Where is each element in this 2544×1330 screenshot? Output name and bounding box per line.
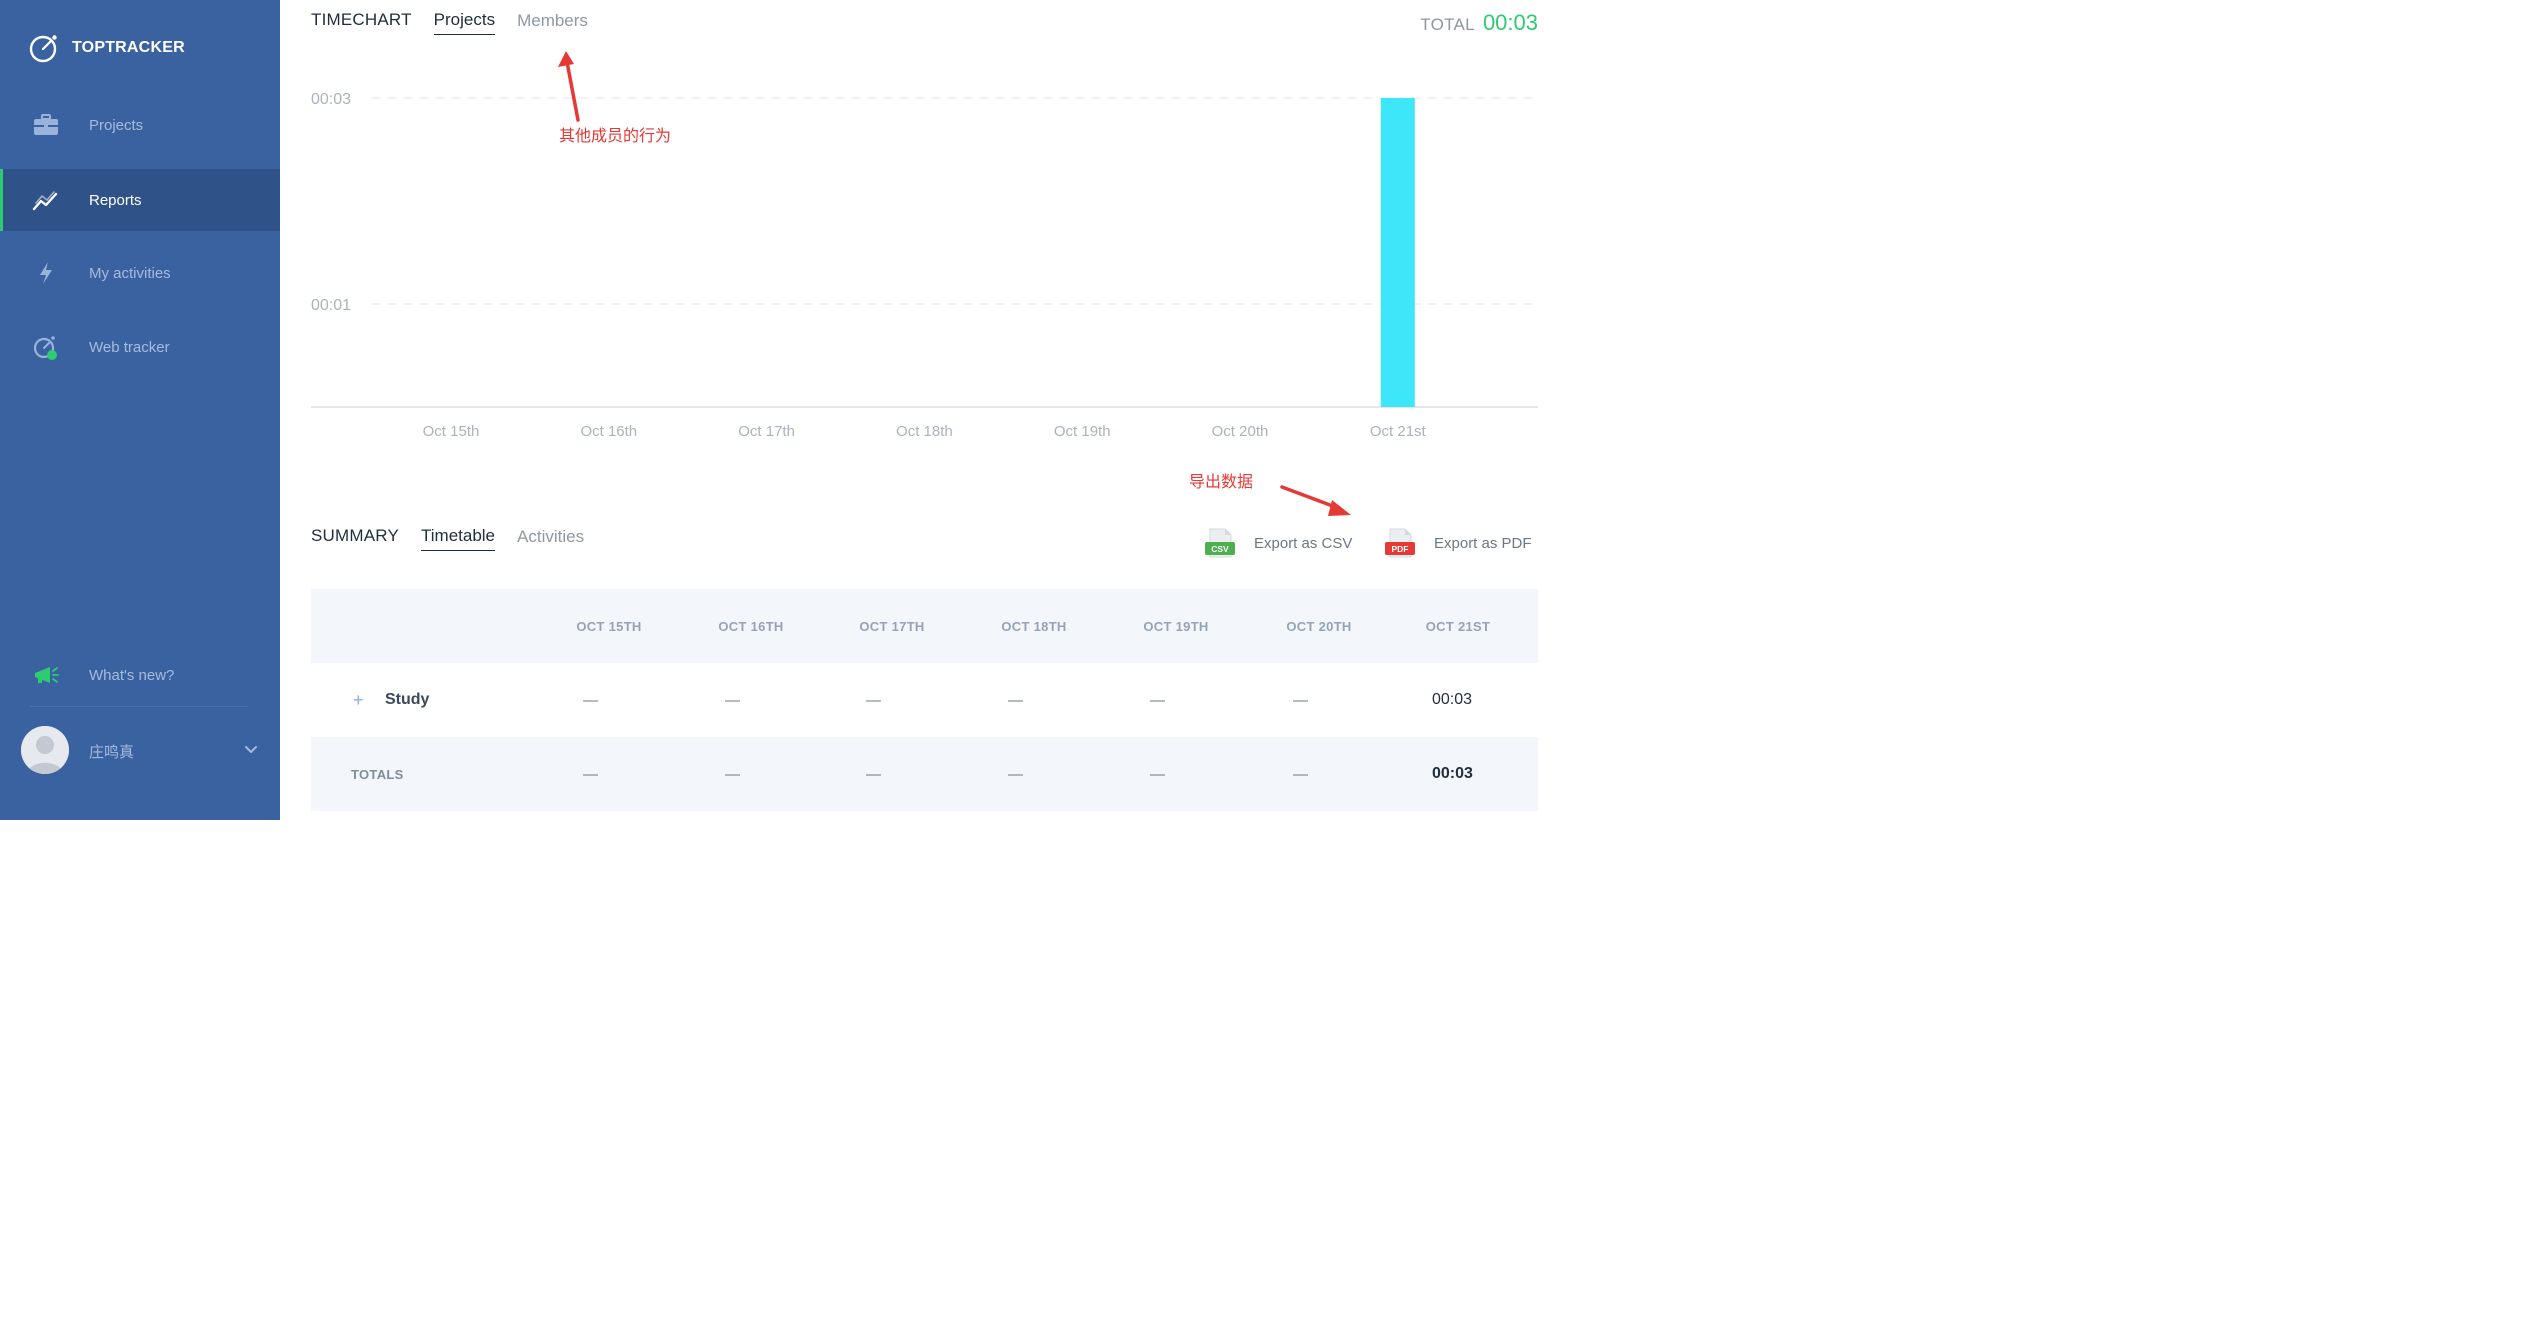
sidebar: TOPTRACKER Projects Reports My activitie… — [0, 0, 280, 820]
column-header: OCT 20TH — [1286, 618, 1352, 634]
annotation-export-note: 导出数据 — [1189, 472, 1254, 491]
summary-title: SUMMARY — [311, 526, 399, 545]
chart-line-icon — [32, 186, 60, 214]
table-cell: 00:03 — [1432, 691, 1473, 708]
table-cell: — — [866, 691, 881, 709]
column-header: OCT 17TH — [859, 618, 925, 634]
y-tick-label: 00:01 — [311, 297, 351, 314]
timechart-chart: 00:03 00:01 Oct 15th Oct 16th Oct 17th Oct 18… — [311, 60, 1538, 460]
sidebar-item-my-activities[interactable]: My activities — [0, 242, 280, 304]
tab-members[interactable]: Members — [517, 11, 588, 35]
csv-badge-text: CSV — [1211, 544, 1229, 554]
sidebar-item-projects[interactable]: Projects — [0, 94, 280, 156]
brand[interactable]: TOPTRACKER — [28, 32, 185, 64]
x-tick-label: Oct 17th — [738, 423, 795, 440]
project-name[interactable]: Study — [385, 663, 429, 737]
totals-cell: — — [1150, 765, 1165, 783]
x-tick-label: Oct 16th — [580, 423, 637, 440]
whats-new-link[interactable]: What's new? — [0, 644, 280, 706]
column-header: OCT 21ST — [1425, 618, 1491, 634]
tab-timetable[interactable]: Timetable — [421, 526, 496, 551]
x-tick-label: Oct 19th — [1054, 423, 1111, 440]
export-pdf-button[interactable]: PDF Export as PDF — [1384, 527, 1532, 559]
timechart-svg: 00:03 00:01 Oct 15th Oct 16th Oct 17th Oct 18… — [311, 91, 1538, 440]
sidebar-item-reports[interactable]: Reports — [0, 169, 280, 231]
sidebar-item-label: Projects — [89, 116, 144, 134]
main-content: TIMECHART Projects Members TOTAL 00:03 0… — [280, 0, 1568, 820]
annotation-arrow-export — [1280, 485, 1351, 516]
pdf-badge-text: PDF — [1392, 544, 1409, 554]
csv-file-icon: CSV — [1205, 528, 1235, 558]
table-totals-row: TOTALS — — — — — — 00:03 — [311, 737, 1538, 811]
export-csv-button[interactable]: CSV Export as CSV — [1204, 527, 1352, 559]
totals-cell: — — [866, 765, 881, 783]
x-tick-label: Oct 21st — [1370, 423, 1427, 440]
total-value: 00:03 — [1482, 10, 1538, 35]
table-cell: — — [1293, 691, 1308, 709]
sidebar-divider — [30, 706, 248, 707]
table-header-row: OCT 15TH OCT 16TH OCT 17TH OCT 18TH OCT 19TH… — [311, 589, 1538, 663]
column-header: OCT 15TH — [576, 618, 642, 634]
annotation-members-note: 其他成员的行为 — [559, 126, 672, 145]
sidebar-item-label: Web tracker — [89, 338, 170, 356]
table-cell: — — [1150, 691, 1165, 709]
x-tick-label: Oct 18th — [896, 423, 953, 440]
user-menu[interactable]: 庄鸣真 — [0, 720, 280, 780]
whats-new-label: What's new? — [89, 666, 175, 684]
summary-header: SUMMARY Timetable Activities — [311, 526, 584, 551]
pdf-file-icon: PDF — [1385, 528, 1415, 558]
chevron-down-icon[interactable] — [244, 743, 258, 757]
column-header: OCT 19TH — [1143, 618, 1209, 634]
table-cell: — — [583, 691, 598, 709]
expand-row-button[interactable]: + — [353, 663, 364, 737]
totals-cell: — — [725, 765, 740, 783]
megaphone-icon — [32, 661, 60, 689]
summary-table: OCT 15TH OCT 16TH OCT 17TH OCT 18TH OCT 19TH… — [311, 589, 1538, 811]
total-label: TOTAL — [1420, 15, 1475, 34]
x-tick-label: Oct 20th — [1212, 423, 1269, 440]
chart-bar — [1380, 98, 1415, 407]
plus-icon: + — [353, 689, 364, 710]
brand-name: TOPTRACKER — [72, 39, 185, 56]
sidebar-item-label: Reports — [89, 191, 142, 209]
column-header: OCT 16TH — [718, 618, 784, 634]
tab-projects[interactable]: Projects — [433, 10, 496, 35]
totals-cell: 00:03 — [1432, 765, 1473, 782]
stopwatch-icon — [32, 333, 60, 361]
totals-cell: — — [1293, 765, 1308, 783]
logo-stopwatch-icon — [29, 35, 57, 63]
table-cell: — — [725, 691, 740, 709]
export-csv-label: Export as CSV — [1254, 534, 1353, 552]
export-pdf-label: Export as PDF — [1434, 534, 1532, 552]
tab-activities[interactable]: Activities — [517, 527, 584, 551]
table-cell: — — [1008, 691, 1023, 709]
totals-cell: — — [583, 765, 598, 783]
timechart-title: TIMECHART — [311, 10, 412, 29]
totals-label: TOTALS — [351, 766, 404, 782]
column-header: OCT 18TH — [1001, 618, 1067, 634]
timechart-header: TIMECHART Projects Members — [311, 10, 588, 35]
totals-cell: — — [1008, 765, 1023, 783]
sidebar-item-label: My activities — [89, 264, 171, 282]
user-name: 庄鸣真 — [89, 744, 135, 761]
y-tick-label: 00:03 — [311, 91, 351, 108]
briefcase-icon — [32, 111, 60, 139]
lightning-icon — [32, 259, 60, 287]
total-display: TOTAL 00:03 — [1420, 10, 1538, 36]
x-tick-label: Oct 15th — [423, 423, 480, 440]
annotation-arrow-members — [558, 51, 580, 122]
table-row: + Study — — — — — — 00:03 — [311, 663, 1538, 737]
avatar — [21, 726, 69, 774]
sidebar-item-web-tracker[interactable]: Web tracker — [0, 316, 280, 378]
